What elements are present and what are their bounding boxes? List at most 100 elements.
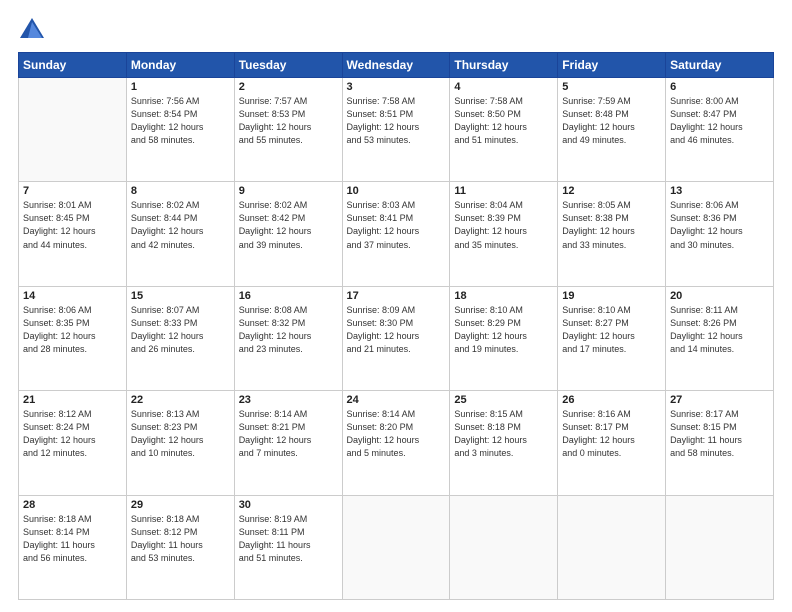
- day-number: 20: [670, 290, 769, 302]
- day-number: 22: [131, 394, 230, 406]
- calendar-cell: 20 Sunrise: 8:11 AM Sunset: 8:26 PM Dayli…: [666, 286, 774, 390]
- calendar-cell: 27 Sunrise: 8:17 AM Sunset: 8:15 PM Dayli…: [666, 391, 774, 495]
- calendar-cell: 22 Sunrise: 8:13 AM Sunset: 8:23 PM Dayli…: [126, 391, 234, 495]
- day-info: Sunrise: 8:10 AM Sunset: 8:29 PM Dayligh…: [454, 304, 553, 356]
- day-number: 28: [23, 499, 122, 511]
- day-number: 4: [454, 81, 553, 93]
- day-number: 7: [23, 185, 122, 197]
- week-row-3: 21 Sunrise: 8:12 AM Sunset: 8:24 PM Dayli…: [19, 391, 774, 495]
- calendar-cell: 6 Sunrise: 8:00 AM Sunset: 8:47 PM Daylig…: [666, 78, 774, 182]
- calendar-cell: 9 Sunrise: 8:02 AM Sunset: 8:42 PM Daylig…: [234, 182, 342, 286]
- weekday-monday: Monday: [126, 53, 234, 78]
- weekday-sunday: Sunday: [19, 53, 127, 78]
- calendar-cell: 3Sunrise: 7:58 AM Sunset: 8:51 PM Daylig…: [342, 78, 450, 182]
- day-info: Sunrise: 8:12 AM Sunset: 8:24 PM Dayligh…: [23, 408, 122, 460]
- day-number: 25: [454, 394, 553, 406]
- day-number: 5: [562, 81, 661, 93]
- day-number: 24: [347, 394, 446, 406]
- weekday-saturday: Saturday: [666, 53, 774, 78]
- calendar-cell: 10 Sunrise: 8:03 AM Sunset: 8:41 PM Dayli…: [342, 182, 450, 286]
- day-number: 18: [454, 290, 553, 302]
- day-number: 12: [562, 185, 661, 197]
- day-info: Sunrise: 8:05 AM Sunset: 8:38 PM Dayligh…: [562, 199, 661, 251]
- day-number: 1: [131, 81, 230, 93]
- day-number: 16: [239, 290, 338, 302]
- calendar-cell: 29 Sunrise: 8:18 AM Sunset: 8:12 PM Dayli…: [126, 495, 234, 599]
- page: SundayMondayTuesdayWednesdayThursdayFrid…: [0, 0, 792, 612]
- day-info: Sunrise: 8:10 AM Sunset: 8:27 PM Dayligh…: [562, 304, 661, 356]
- day-info: Sunrise: 8:03 AM Sunset: 8:41 PM Dayligh…: [347, 199, 446, 251]
- calendar-cell: 15 Sunrise: 8:07 AM Sunset: 8:33 PM Dayli…: [126, 286, 234, 390]
- day-info: Sunrise: 8:18 AM Sunset: 8:14 PM Dayligh…: [23, 513, 122, 565]
- day-number: 17: [347, 290, 446, 302]
- day-number: 14: [23, 290, 122, 302]
- day-number: 10: [347, 185, 446, 197]
- day-info: Sunrise: 8:08 AM Sunset: 8:32 PM Dayligh…: [239, 304, 338, 356]
- day-number: 6: [670, 81, 769, 93]
- calendar-cell: 21 Sunrise: 8:12 AM Sunset: 8:24 PM Dayli…: [19, 391, 127, 495]
- day-info: Sunrise: 7:59 AM Sunset: 8:48 PM Dayligh…: [562, 95, 661, 147]
- week-row-0: 1 Sunrise: 7:56 AM Sunset: 8:54 PM Daylig…: [19, 78, 774, 182]
- week-row-2: 14Sunrise: 8:06 AM Sunset: 8:35 PM Dayli…: [19, 286, 774, 390]
- day-info: Sunrise: 8:14 AM Sunset: 8:20 PM Dayligh…: [347, 408, 446, 460]
- calendar-cell: [558, 495, 666, 599]
- day-number: 23: [239, 394, 338, 406]
- calendar-cell: 2 Sunrise: 7:57 AM Sunset: 8:53 PM Daylig…: [234, 78, 342, 182]
- weekday-friday: Friday: [558, 53, 666, 78]
- day-info: Sunrise: 8:15 AM Sunset: 8:18 PM Dayligh…: [454, 408, 553, 460]
- day-info: Sunrise: 8:00 AM Sunset: 8:47 PM Dayligh…: [670, 95, 769, 147]
- day-number: 19: [562, 290, 661, 302]
- calendar-cell: 28 Sunrise: 8:18 AM Sunset: 8:14 PM Dayli…: [19, 495, 127, 599]
- calendar-cell: 12 Sunrise: 8:05 AM Sunset: 8:38 PM Dayli…: [558, 182, 666, 286]
- calendar-cell: 18 Sunrise: 8:10 AM Sunset: 8:29 PM Dayli…: [450, 286, 558, 390]
- calendar-cell: 23 Sunrise: 8:14 AM Sunset: 8:21 PM Dayli…: [234, 391, 342, 495]
- day-number: 2: [239, 81, 338, 93]
- calendar-cell: [342, 495, 450, 599]
- calendar-cell: 1 Sunrise: 7:56 AM Sunset: 8:54 PM Daylig…: [126, 78, 234, 182]
- week-row-4: 28 Sunrise: 8:18 AM Sunset: 8:14 PM Dayli…: [19, 495, 774, 599]
- calendar-cell: [450, 495, 558, 599]
- calendar-cell: [19, 78, 127, 182]
- day-info: Sunrise: 8:14 AM Sunset: 8:21 PM Dayligh…: [239, 408, 338, 460]
- calendar-cell: 26Sunrise: 8:16 AM Sunset: 8:17 PM Dayli…: [558, 391, 666, 495]
- calendar-cell: 5 Sunrise: 7:59 AM Sunset: 8:48 PM Daylig…: [558, 78, 666, 182]
- day-info: Sunrise: 8:07 AM Sunset: 8:33 PM Dayligh…: [131, 304, 230, 356]
- calendar-cell: 14Sunrise: 8:06 AM Sunset: 8:35 PM Dayli…: [19, 286, 127, 390]
- calendar-cell: 25 Sunrise: 8:15 AM Sunset: 8:18 PM Dayli…: [450, 391, 558, 495]
- day-number: 15: [131, 290, 230, 302]
- day-info: Sunrise: 7:56 AM Sunset: 8:54 PM Dayligh…: [131, 95, 230, 147]
- calendar-cell: [666, 495, 774, 599]
- day-number: 9: [239, 185, 338, 197]
- day-info: Sunrise: 8:04 AM Sunset: 8:39 PM Dayligh…: [454, 199, 553, 251]
- weekday-tuesday: Tuesday: [234, 53, 342, 78]
- calendar-cell: 7 Sunrise: 8:01 AM Sunset: 8:45 PM Daylig…: [19, 182, 127, 286]
- day-info: Sunrise: 8:01 AM Sunset: 8:45 PM Dayligh…: [23, 199, 122, 251]
- day-number: 8: [131, 185, 230, 197]
- day-info: Sunrise: 8:11 AM Sunset: 8:26 PM Dayligh…: [670, 304, 769, 356]
- day-number: 3: [347, 81, 446, 93]
- day-info: Sunrise: 8:18 AM Sunset: 8:12 PM Dayligh…: [131, 513, 230, 565]
- day-info: Sunrise: 8:17 AM Sunset: 8:15 PM Dayligh…: [670, 408, 769, 460]
- day-number: 27: [670, 394, 769, 406]
- calendar-cell: 17 Sunrise: 8:09 AM Sunset: 8:30 PM Dayli…: [342, 286, 450, 390]
- calendar-cell: 24 Sunrise: 8:14 AM Sunset: 8:20 PM Dayli…: [342, 391, 450, 495]
- day-info: Sunrise: 8:13 AM Sunset: 8:23 PM Dayligh…: [131, 408, 230, 460]
- day-number: 29: [131, 499, 230, 511]
- day-info: Sunrise: 8:19 AM Sunset: 8:11 PM Dayligh…: [239, 513, 338, 565]
- weekday-thursday: Thursday: [450, 53, 558, 78]
- day-info: Sunrise: 8:06 AM Sunset: 8:36 PM Dayligh…: [670, 199, 769, 251]
- calendar-cell: 30Sunrise: 8:19 AM Sunset: 8:11 PM Dayli…: [234, 495, 342, 599]
- day-number: 21: [23, 394, 122, 406]
- calendar-cell: 13Sunrise: 8:06 AM Sunset: 8:36 PM Dayli…: [666, 182, 774, 286]
- day-number: 11: [454, 185, 553, 197]
- day-info: Sunrise: 7:58 AM Sunset: 8:50 PM Dayligh…: [454, 95, 553, 147]
- day-info: Sunrise: 8:09 AM Sunset: 8:30 PM Dayligh…: [347, 304, 446, 356]
- day-info: Sunrise: 8:02 AM Sunset: 8:44 PM Dayligh…: [131, 199, 230, 251]
- calendar-cell: 19 Sunrise: 8:10 AM Sunset: 8:27 PM Dayli…: [558, 286, 666, 390]
- calendar-cell: 11 Sunrise: 8:04 AM Sunset: 8:39 PM Dayli…: [450, 182, 558, 286]
- calendar-cell: 16 Sunrise: 8:08 AM Sunset: 8:32 PM Dayli…: [234, 286, 342, 390]
- weekday-wednesday: Wednesday: [342, 53, 450, 78]
- day-info: Sunrise: 8:02 AM Sunset: 8:42 PM Dayligh…: [239, 199, 338, 251]
- logo: [18, 16, 50, 44]
- day-info: Sunrise: 7:57 AM Sunset: 8:53 PM Dayligh…: [239, 95, 338, 147]
